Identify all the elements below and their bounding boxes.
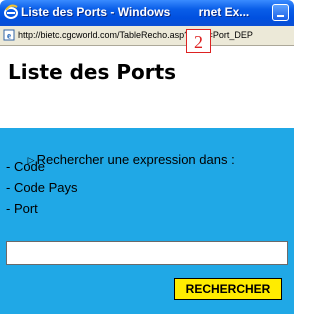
url-text[interactable]: http://bietc.cgcworld.com/TableRecho.asp… <box>18 30 253 40</box>
option-code: - Code <box>6 159 46 174</box>
window-title: Liste des Ports - Windows rnet Ex... <box>21 5 250 19</box>
browser-window: Liste des Ports - Windows rnet Ex... e h… <box>0 0 294 314</box>
svg-text:e: e <box>7 31 11 41</box>
option-port: - Port <box>6 201 38 216</box>
minimize-icon <box>277 15 284 17</box>
address-bar[interactable]: e http://bietc.cgcworld.com/TableRecho.a… <box>0 26 294 46</box>
search-input[interactable] <box>6 241 288 265</box>
search-intro-text: Rechercher une expression dans : <box>36 152 235 167</box>
annotation-badge: 2 <box>186 29 211 53</box>
page-title: Liste des Ports <box>8 60 177 84</box>
title-bar[interactable]: Liste des Ports - Windows rnet Ex... <box>0 0 294 26</box>
internet-explorer-icon <box>4 4 18 19</box>
option-code-pays: - Code Pays <box>6 180 78 195</box>
minimize-button[interactable] <box>272 4 289 21</box>
search-button[interactable]: RECHERCHER <box>174 278 282 300</box>
page-icon: e <box>3 29 15 41</box>
